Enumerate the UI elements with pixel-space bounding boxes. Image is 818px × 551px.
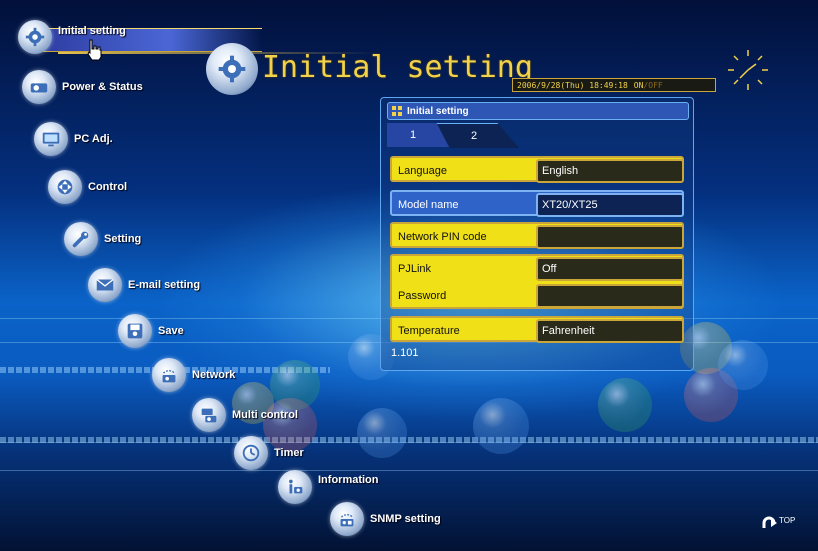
background-dots: [0, 437, 818, 443]
snmp-icon: [330, 502, 364, 536]
arrows-icon: [48, 170, 82, 204]
menu-item-multi-control[interactable]: Multi control: [192, 398, 298, 432]
top-label: TOP: [779, 515, 796, 525]
menu-label: PC Adj.: [74, 133, 113, 145]
menu-label: Save: [158, 325, 184, 337]
clock-datetime: 2006/9/28(Thu) 18:49:18: [517, 80, 628, 90]
tab-label: 2: [470, 130, 478, 142]
menu-item-pc-adj[interactable]: PC Adj.: [34, 122, 113, 156]
hand-cursor-icon: [87, 39, 102, 61]
info-icon: [278, 470, 312, 504]
gear-icon: [18, 20, 52, 54]
menu-label: Network: [192, 369, 236, 381]
menu-label: SNMP setting: [370, 513, 441, 525]
menu-item-information[interactable]: Information: [278, 470, 379, 504]
app-window: Initial setting Power & Status PC Adj. C…: [0, 0, 818, 551]
menu-item-initial-setting[interactable]: Initial setting: [18, 20, 126, 54]
clock-on-label: ON: [633, 80, 644, 90]
model-name-label: Model name: [398, 199, 459, 211]
multi-projector-icon: [192, 398, 226, 432]
monitor-icon: [34, 122, 68, 156]
menu-item-save[interactable]: Save: [118, 314, 184, 348]
row-language[interactable]: Language English: [390, 156, 684, 183]
projector-icon: [22, 70, 56, 104]
menu-item-snmp-setting[interactable]: SNMP setting: [330, 502, 441, 536]
row-network-pin[interactable]: Network PIN code: [390, 222, 684, 249]
password-label: Password: [398, 290, 447, 302]
top-link[interactable]: TOP: [760, 514, 795, 532]
row-pjlink[interactable]: PJLink Off Password: [390, 254, 684, 309]
menu-item-network[interactable]: Network: [152, 358, 235, 392]
gear-icon: [206, 43, 258, 95]
background-bubble: [473, 398, 529, 454]
menu-label: Setting: [104, 233, 142, 245]
envelope-icon: [88, 268, 122, 302]
language-label: Language: [398, 165, 447, 177]
menu-label: Multi control: [232, 409, 298, 421]
menu-label: E-mail setting: [128, 279, 201, 291]
pjlink-label: PJLink: [398, 263, 432, 275]
menu-label: Timer: [274, 447, 304, 459]
model-name-value: XT20/XT25: [536, 193, 684, 217]
return-arrow-icon: [762, 516, 777, 528]
menu-item-control[interactable]: Control: [48, 170, 127, 204]
background-bubble: [718, 340, 768, 390]
temperature-label: Temperature: [398, 325, 460, 337]
background-line: [0, 470, 818, 471]
menu-item-email-setting[interactable]: E-mail setting: [88, 268, 200, 302]
clock-display: 2006/9/28(Thu) 18:49:18 ON / OFF: [512, 78, 716, 92]
save-icon: [118, 314, 152, 348]
grid-icon: [392, 106, 402, 116]
panel-header: Initial setting: [387, 102, 689, 120]
clock-off-label: OFF: [648, 80, 663, 90]
clock-sun-icon: [728, 50, 768, 90]
clock-icon: [234, 436, 268, 470]
version-text: 1.101: [391, 347, 419, 359]
panel-title: Initial setting: [407, 105, 469, 117]
language-select[interactable]: English: [536, 159, 684, 183]
background-bubble: [598, 378, 652, 432]
page-title: Initial setting: [262, 50, 533, 85]
password-field[interactable]: [536, 284, 684, 308]
menu-item-power-status[interactable]: Power & Status: [22, 70, 143, 104]
network-pin-label: Network PIN code: [398, 231, 487, 243]
settings-panel: Initial setting 2 1 Language English Mod…: [380, 97, 694, 371]
row-temperature[interactable]: Temperature Fahrenheit: [390, 316, 684, 343]
temperature-select[interactable]: Fahrenheit: [536, 319, 684, 343]
wrench-icon: [64, 222, 98, 256]
menu-item-setting[interactable]: Setting: [64, 222, 141, 256]
menu-label: Information: [318, 474, 379, 486]
menu-label: Initial setting: [58, 25, 126, 37]
menu-label: Control: [88, 181, 128, 193]
menu-item-timer[interactable]: Timer: [234, 436, 304, 470]
pjlink-select[interactable]: Off: [536, 257, 684, 281]
background-bubble: [357, 408, 407, 458]
network-pin-field[interactable]: [536, 225, 684, 249]
tab-label: 1: [409, 129, 417, 141]
network-icon: [152, 358, 186, 392]
row-model-name: Model name XT20/XT25: [390, 190, 684, 217]
menu-label: Power & Status: [62, 81, 143, 93]
